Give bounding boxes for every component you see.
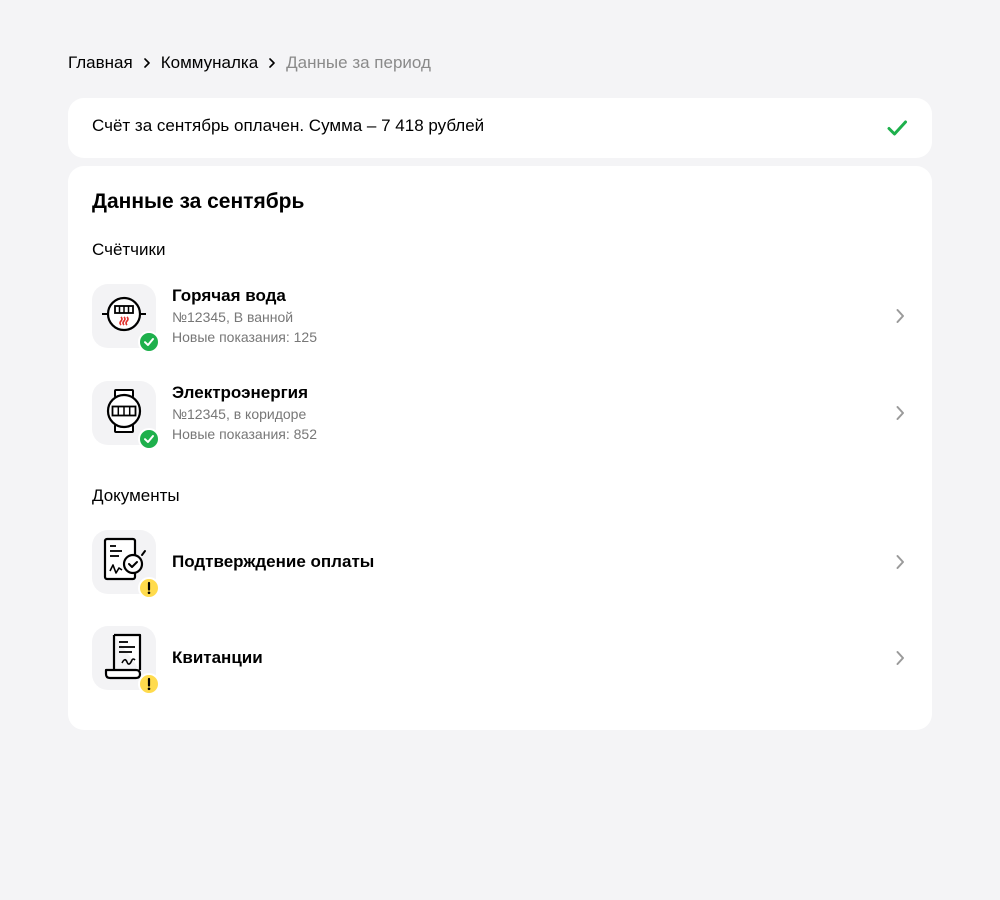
document-item-receipts[interactable]: Квитанции (92, 625, 908, 695)
chevron-right-icon (133, 52, 161, 74)
meter-item-hot-water[interactable]: Горячая вода №12345, В ванной Новые пока… (92, 283, 908, 353)
icon-tile (92, 626, 160, 695)
meter-location: №12345, В ванной (172, 309, 294, 325)
card-title: Данные за сентябрь (92, 190, 305, 213)
chevron-right-icon (892, 405, 908, 421)
document-title: Подтверждение оплаты (172, 552, 375, 571)
document-item-payment-confirmation[interactable]: Подтверждение оплаты (92, 529, 908, 599)
meter-item-text: Горячая вода №12345, В ванной Новые пока… (172, 285, 892, 347)
meter-item-electricity[interactable]: Электроэнергия №12345, в коридоре Новые … (92, 380, 908, 450)
check-icon (886, 117, 908, 139)
meters-section-title: Счётчики (92, 240, 166, 259)
document-item-text: Квитанции (172, 647, 892, 669)
electricity-meter-icon (104, 387, 144, 440)
breadcrumb-utilities[interactable]: Коммуналка (161, 53, 258, 73)
icon-tile (92, 530, 160, 599)
meter-reading: Новые показания: 852 (172, 426, 317, 442)
page: Главная Коммуналка Данные за период Счёт… (0, 0, 1000, 900)
warning-badge-icon (138, 577, 160, 599)
meter-item-text: Электроэнергия №12345, в коридоре Новые … (172, 382, 892, 444)
success-badge-icon (138, 331, 160, 353)
icon-tile (92, 284, 160, 353)
breadcrumb: Главная Коммуналка Данные за период (68, 52, 431, 74)
document-title: Квитанции (172, 648, 263, 667)
documents-section-title: Документы (92, 486, 180, 505)
meter-title: Горячая вода (172, 286, 286, 305)
payment-status-text: Счёт за сентябрь оплачен. Сумма – 7 418 … (92, 116, 485, 135)
warning-badge-icon (138, 673, 160, 695)
breadcrumb-current: Данные за период (286, 53, 431, 72)
hot-water-meter-icon (100, 294, 148, 339)
period-data-card: Данные за сентябрь Счётчики Горячая вода… (68, 166, 932, 730)
payment-status-card: Счёт за сентябрь оплачен. Сумма – 7 418 … (68, 98, 932, 158)
chevron-right-icon (892, 650, 908, 666)
chevron-right-icon (892, 554, 908, 570)
meter-title: Электроэнергия (172, 383, 309, 402)
breadcrumb-home[interactable]: Главная (68, 53, 133, 73)
success-badge-icon (138, 428, 160, 450)
meter-location: №12345, в коридоре (172, 406, 307, 422)
document-item-text: Подтверждение оплаты (172, 551, 892, 573)
meter-reading: Новые показания: 125 (172, 329, 317, 345)
chevron-right-icon (892, 308, 908, 324)
chevron-right-icon (258, 52, 286, 74)
icon-tile (92, 381, 160, 450)
